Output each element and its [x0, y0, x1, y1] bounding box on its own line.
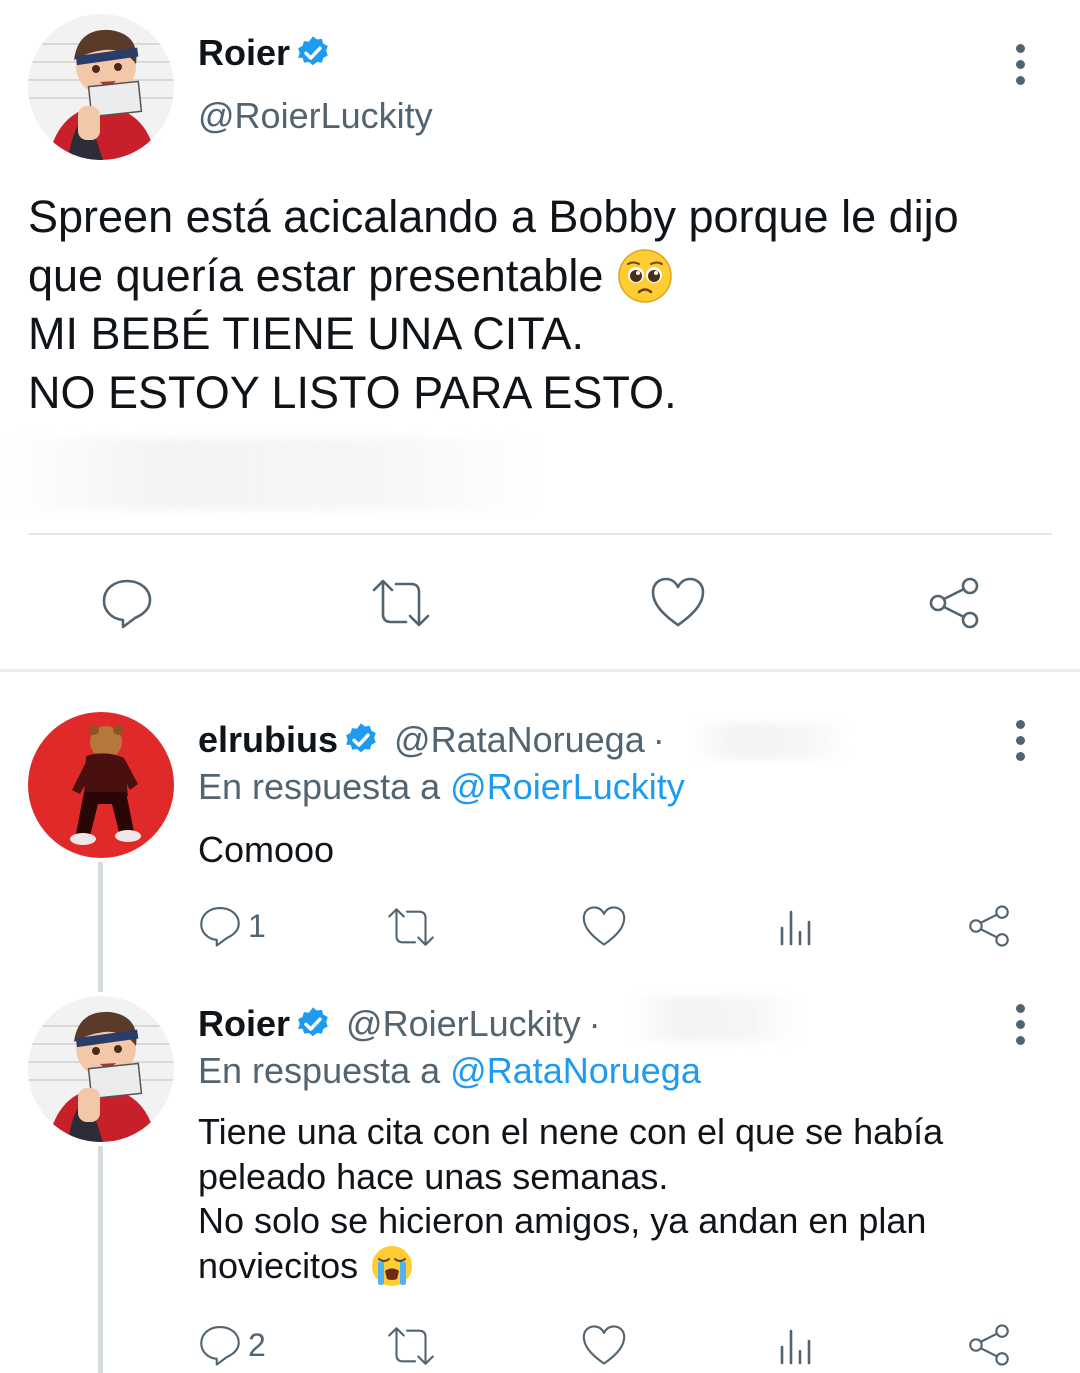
main-like-button[interactable]: [650, 576, 706, 633]
reply-more-icon[interactable]: [1014, 1004, 1026, 1052]
reply-text-line: noviecitos: [198, 1244, 359, 1286]
reply-retweet-button[interactable]: [386, 906, 436, 953]
verified-badge-icon: [346, 723, 376, 753]
reply-text-line: peleado hace unas semanas.: [198, 1155, 669, 1197]
retweet-icon: [388, 1327, 434, 1365]
reply-like-button[interactable]: [581, 1324, 627, 1371]
share-icon: [969, 1324, 1009, 1366]
main-tweet-line-with-emoji: que quería estar presentable: [28, 247, 1073, 306]
main-share-button[interactable]: [926, 576, 982, 635]
reply-views-button[interactable]: [776, 906, 816, 951]
reply-text-line: Comooo: [198, 829, 335, 870]
main-tweet-avatar[interactable]: [28, 14, 174, 160]
reply-share-button[interactable]: [966, 904, 1012, 953]
reply-like-button[interactable]: [581, 905, 627, 952]
reply-text: Tiene una cita con el nene con el que se…: [198, 1110, 1068, 1288]
heart-icon: [651, 577, 705, 627]
reply-handle[interactable]: @RoierLuckity: [346, 1003, 581, 1045]
heart-icon: [582, 906, 626, 946]
separator-dot: ·: [588, 1003, 601, 1044]
reply-reply-button[interactable]: 1: [198, 904, 266, 948]
main-tweet-author-name[interactable]: Roier: [198, 32, 290, 74]
section-divider: [0, 669, 1080, 672]
retweet-icon: [372, 579, 430, 627]
reply-avatar[interactable]: [28, 996, 174, 1142]
main-tweet-line: Spreen está acicalando a Bobby porque le…: [28, 191, 959, 242]
main-tweet-text: Spreen está acicalando a Bobby porque le…: [28, 188, 1073, 422]
retweet-icon: [388, 908, 434, 946]
main-tweet-line: NO ESTOY LISTO PARA ESTO.: [28, 366, 677, 418]
reply-icon: [102, 579, 152, 629]
reply-icon: [200, 1326, 240, 1366]
reply-author-name[interactable]: Roier: [198, 1003, 290, 1045]
redacted-timestamp: [690, 723, 850, 759]
heart-icon: [582, 1325, 626, 1365]
reply-reply-button[interactable]: 2: [198, 1323, 266, 1367]
reply-share-button[interactable]: [966, 1323, 1012, 1372]
reply-text-line: No solo se hicieron amigos, ya andan en …: [198, 1200, 927, 1241]
reply-text-line-with-emoji: noviecitos: [198, 1244, 1068, 1289]
reply-context-label: En respuesta a: [198, 766, 441, 807]
pleading-face-icon: [618, 249, 673, 303]
main-tweet-line: que quería estar presentable: [28, 249, 604, 301]
verified-badge-icon: [298, 36, 328, 66]
separator-dot: ·: [652, 719, 665, 760]
reply-count: 1: [248, 907, 266, 944]
redacted-timestamp: [0, 438, 545, 510]
main-reply-button[interactable]: [100, 576, 154, 635]
main-tweet-handle[interactable]: @RoierLuckity: [198, 95, 433, 137]
reply-icon: [200, 907, 240, 947]
reply-text-line: Tiene una cita con el nene con el que se…: [198, 1111, 944, 1152]
share-icon: [969, 905, 1009, 947]
redacted-timestamp: [630, 997, 800, 1041]
verified-badge-icon: [298, 1007, 328, 1037]
reply-handle[interactable]: @RataNoruega: [394, 719, 645, 761]
reply-context-link[interactable]: @RataNoruega: [450, 1050, 701, 1091]
reply-count: 2: [248, 1326, 266, 1363]
reply-context-label: En respuesta a: [198, 1050, 441, 1091]
loudly-crying-face-icon: [372, 1245, 413, 1286]
reply-avatar[interactable]: [28, 712, 174, 858]
reply-context-link[interactable]: @RoierLuckity: [450, 766, 685, 807]
main-tweet-more-icon[interactable]: [1014, 44, 1026, 92]
thread-line: [98, 1146, 103, 1373]
divider: [28, 533, 1052, 535]
share-icon: [929, 577, 979, 629]
reply-more-icon[interactable]: [1014, 720, 1026, 768]
reply-text: Comooo: [198, 828, 334, 872]
thread-line: [98, 862, 103, 992]
views-icon: [780, 1329, 811, 1365]
main-tweet-line: MI BEBÉ TIENE UNA CITA.: [28, 308, 584, 359]
views-icon: [780, 910, 811, 946]
reply-retweet-button[interactable]: [386, 1325, 436, 1372]
reply-author-name[interactable]: elrubius: [198, 719, 338, 761]
reply-views-button[interactable]: [776, 1325, 816, 1370]
main-retweet-button[interactable]: [370, 578, 432, 633]
